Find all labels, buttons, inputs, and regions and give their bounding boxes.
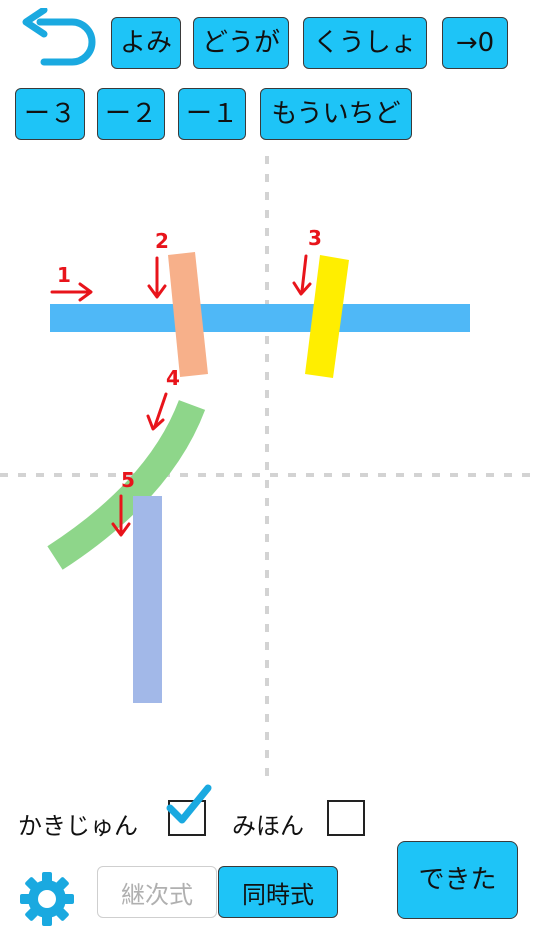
yomi-button[interactable]: よみ (111, 17, 181, 69)
stroke-number-2: 2 (155, 229, 169, 253)
settings-gear-icon[interactable] (18, 870, 76, 928)
stroke-5 (133, 496, 162, 703)
stroke-number-1: 1 (57, 263, 71, 287)
arrow-down-icon-4 (146, 392, 168, 431)
writing-canvas[interactable]: 1 2 3 4 5 (0, 150, 534, 790)
stroke-number-3: 3 (308, 226, 322, 250)
kakijun-label: かきじゅん (18, 812, 138, 840)
keiji-mode-button[interactable]: 継次式 (97, 866, 217, 918)
stroke-number-5: 5 (121, 468, 135, 492)
douga-button[interactable]: どうが (193, 17, 289, 69)
minus2-button[interactable]: ー２ (97, 88, 165, 140)
mihon-checkbox[interactable] (327, 800, 365, 836)
mihon-label: みほん (232, 812, 304, 840)
stroke-1 (50, 304, 470, 332)
mouichido-button[interactable]: もういちど (260, 88, 412, 140)
arrow-down-icon-2 (147, 256, 167, 299)
undo-icon[interactable] (18, 8, 98, 68)
reset-zero-button[interactable]: →0 (442, 17, 508, 69)
stroke-number-4: 4 (166, 366, 180, 390)
checkmark-icon (166, 784, 212, 824)
done-button[interactable]: できた (397, 841, 518, 919)
kunshou-button[interactable]: くうしょ (303, 17, 427, 69)
douji-mode-button[interactable]: 同時式 (218, 866, 338, 918)
arrow-down-icon-3 (292, 254, 312, 296)
minus1-button[interactable]: ー１ (178, 88, 246, 140)
minus3-button[interactable]: ー３ (15, 88, 85, 140)
